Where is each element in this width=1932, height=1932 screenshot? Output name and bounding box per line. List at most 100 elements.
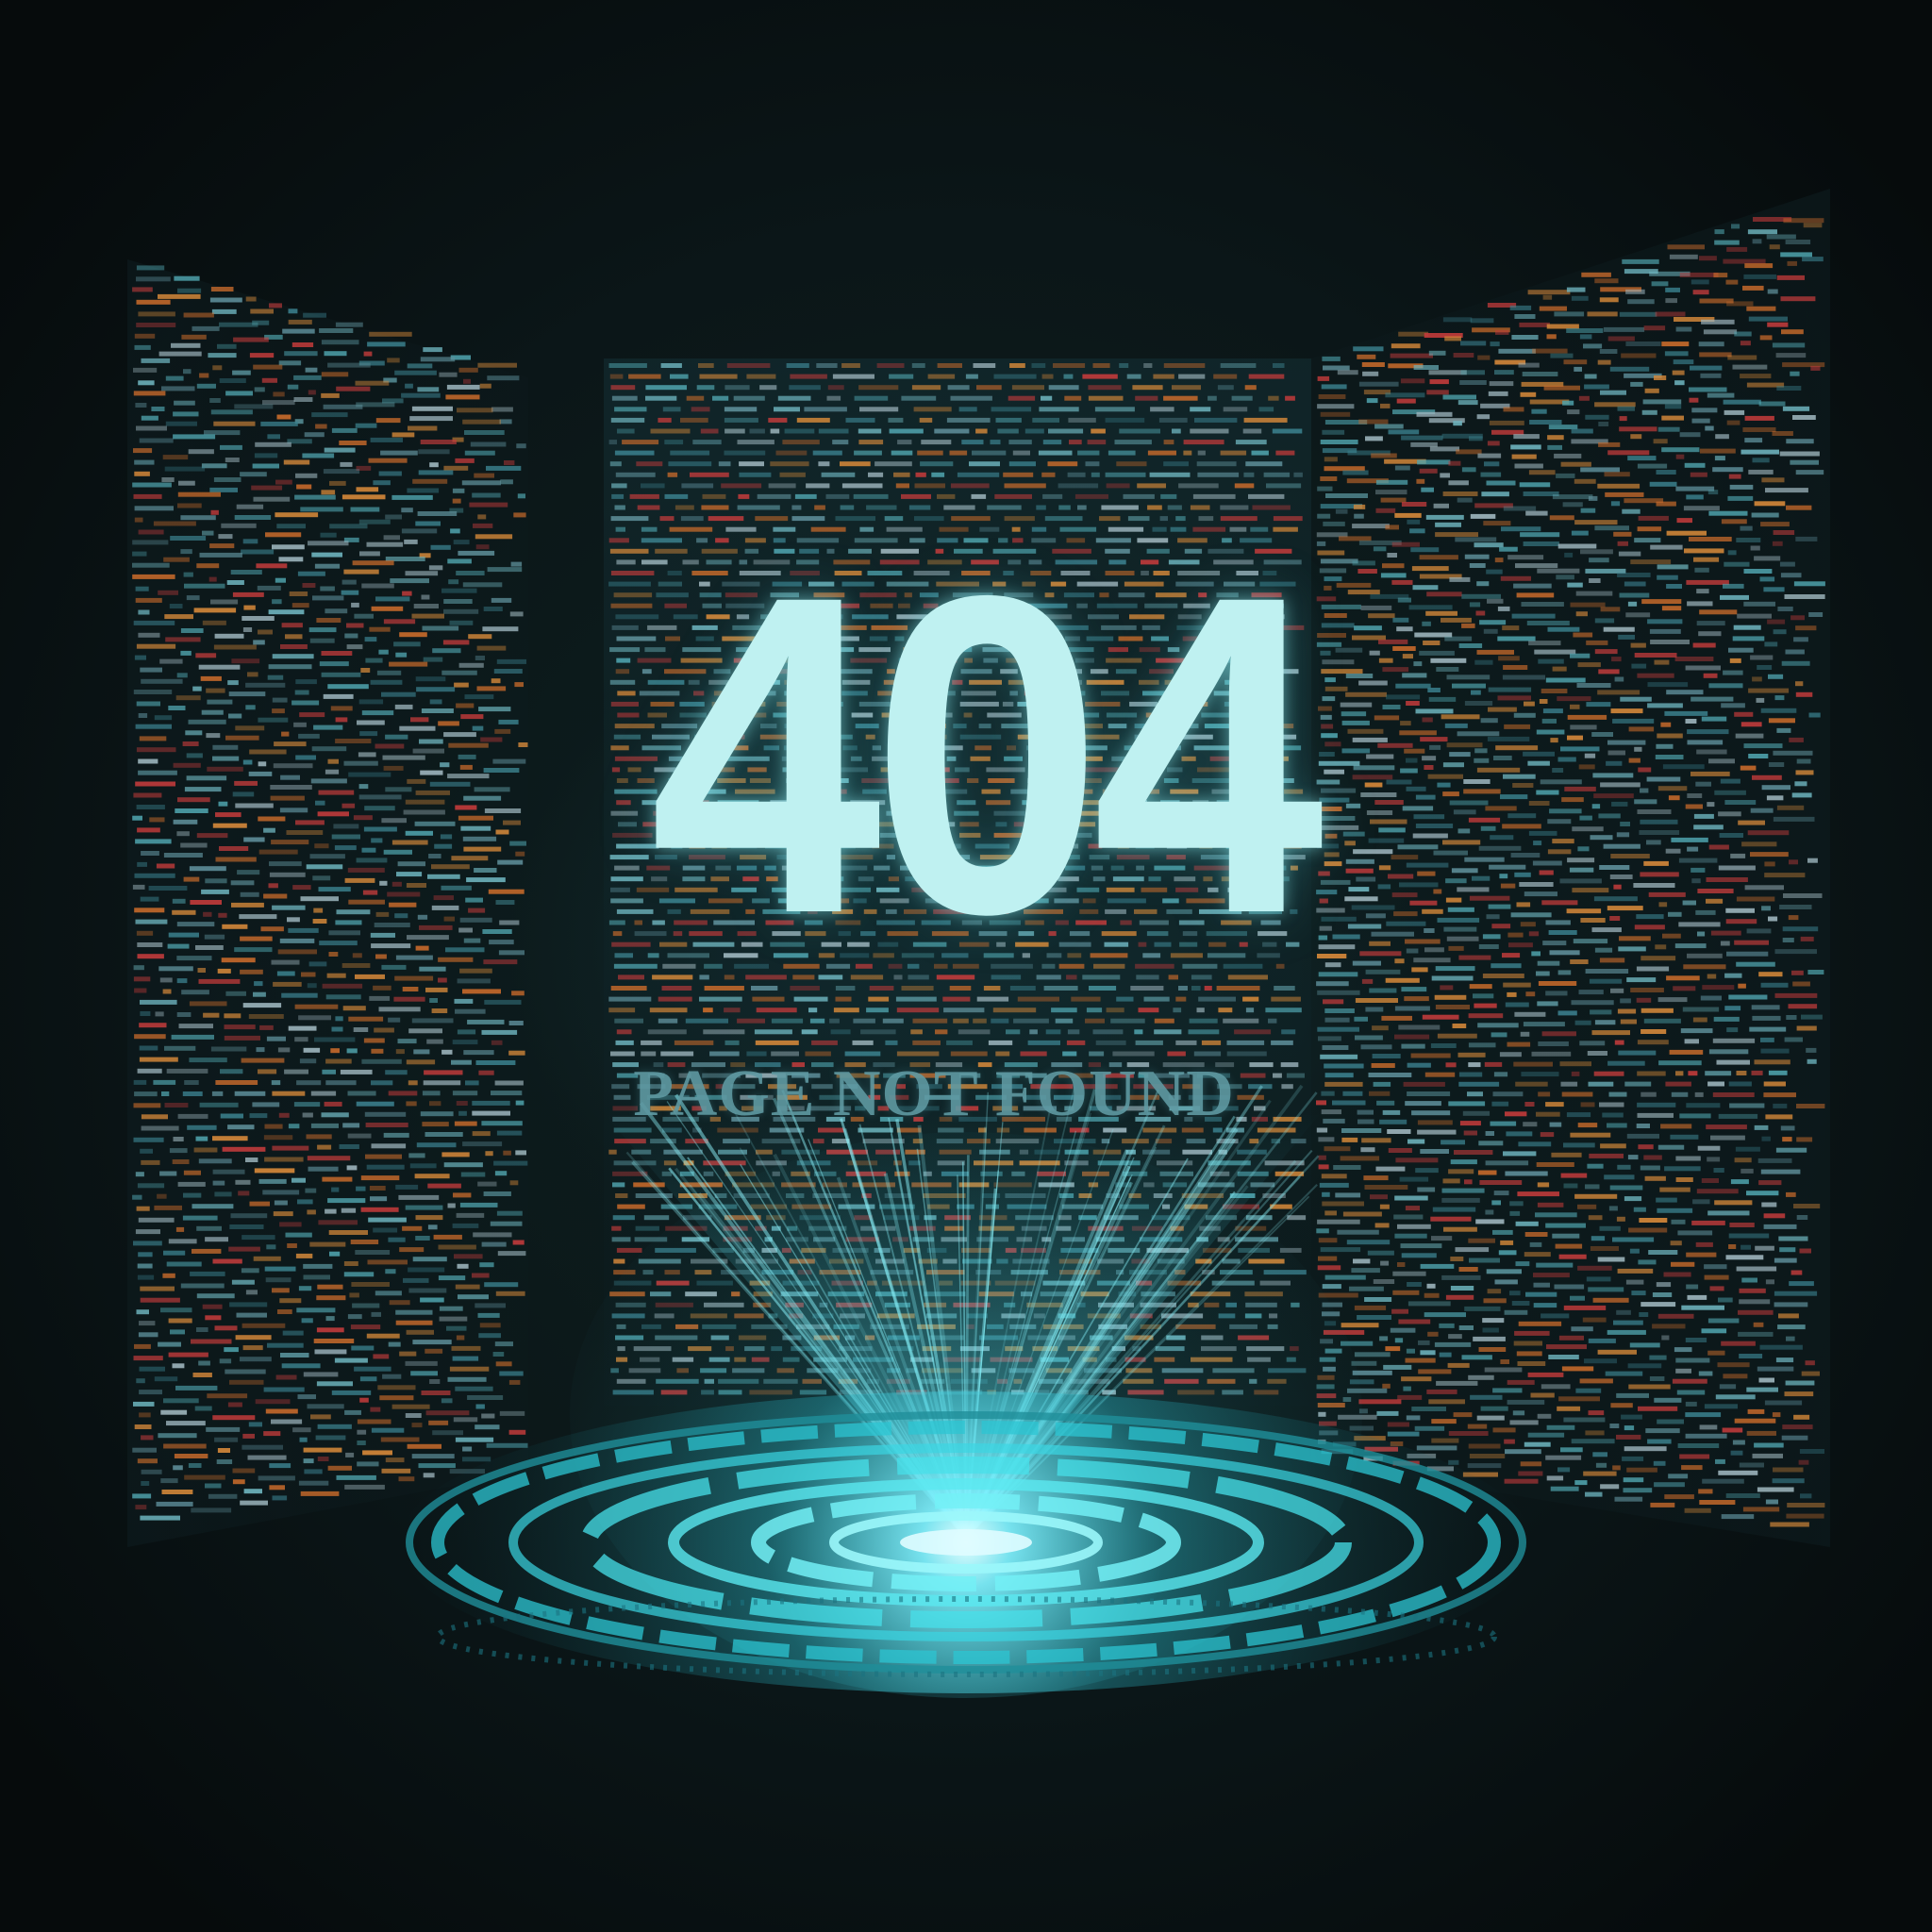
code-glyph (457, 978, 491, 984)
code-glyph (1172, 385, 1201, 391)
code-glyph (441, 1152, 470, 1158)
code-glyph (203, 1012, 220, 1018)
code-glyph (1620, 998, 1631, 1004)
code-glyph (1802, 257, 1824, 262)
code-glyph (1245, 461, 1283, 467)
code-glyph (211, 1091, 224, 1096)
code-glyph (184, 1080, 199, 1085)
code-glyph (175, 1385, 218, 1391)
code-glyph (1237, 1171, 1269, 1176)
code-glyph (1321, 604, 1361, 609)
code-glyph (1318, 935, 1328, 941)
code-glyph (1705, 425, 1714, 431)
code-glyph (138, 1332, 158, 1338)
code-glyph (269, 861, 302, 867)
code-glyph (222, 924, 248, 929)
code-glyph (875, 1291, 908, 1297)
code-glyph (1657, 564, 1689, 570)
code-glyph (1718, 811, 1741, 817)
code-glyph (1355, 998, 1398, 1003)
code-glyph (160, 1478, 178, 1484)
code-glyph (1545, 1223, 1586, 1228)
code-glyph (1810, 365, 1821, 371)
code-glyph (1774, 1257, 1797, 1263)
code-glyph (886, 1378, 910, 1384)
code-glyph (1746, 1387, 1778, 1392)
code-glyph (1699, 609, 1738, 615)
code-glyph (391, 1404, 430, 1409)
code-glyph (136, 701, 160, 707)
code-glyph (1779, 905, 1812, 909)
code-glyph (1541, 1031, 1576, 1037)
code-glyph (141, 1435, 154, 1441)
code-glyph (1324, 1063, 1364, 1069)
code-glyph (1342, 1211, 1382, 1217)
code-glyph (1694, 567, 1709, 573)
code-glyph (1412, 585, 1439, 591)
code-glyph (829, 1018, 840, 1024)
code-glyph (317, 1144, 332, 1150)
code-glyph (1279, 1247, 1302, 1253)
code-glyph (1799, 1449, 1824, 1454)
code-glyph (1687, 1294, 1707, 1300)
code-glyph (732, 1368, 765, 1374)
code-glyph (1507, 1379, 1535, 1385)
code-glyph (1069, 440, 1082, 445)
code-glyph (343, 1272, 375, 1277)
code-glyph (1462, 1472, 1498, 1477)
code-glyph (476, 686, 507, 691)
code-glyph (371, 838, 383, 843)
code-glyph (369, 331, 412, 337)
code-glyph (1515, 563, 1558, 569)
code-glyph (458, 754, 476, 759)
code-glyph (763, 1378, 798, 1384)
code-glyph (785, 1302, 804, 1307)
code-glyph (1321, 724, 1334, 729)
code-glyph (1365, 436, 1383, 441)
code-glyph (1622, 508, 1641, 514)
code-glyph (187, 1124, 217, 1130)
code-glyph (1074, 493, 1108, 499)
code-glyph (1382, 1109, 1401, 1115)
code-glyph (138, 1217, 175, 1223)
code-glyph (354, 1366, 391, 1372)
code-glyph (1440, 473, 1450, 478)
code-glyph (272, 1495, 288, 1501)
code-glyph (1274, 1171, 1305, 1176)
code-glyph (813, 1171, 837, 1176)
code-glyph (491, 1091, 523, 1096)
code-glyph (1470, 318, 1494, 324)
code-glyph (1729, 484, 1754, 490)
code-glyph (311, 412, 348, 418)
code-glyph (164, 1103, 189, 1108)
code-glyph (1789, 859, 1798, 865)
code-glyph (1370, 1194, 1388, 1200)
code-glyph (1525, 510, 1548, 516)
code-glyph (1271, 1040, 1293, 1045)
code-glyph (198, 664, 241, 670)
code-glyph (615, 1335, 644, 1341)
code-glyph (845, 1237, 879, 1242)
code-glyph (1009, 363, 1025, 368)
code-glyph (1406, 862, 1449, 868)
code-glyph (1342, 1397, 1352, 1402)
code-glyph (1153, 1193, 1173, 1198)
code-glyph (220, 1113, 243, 1119)
code-glyph (1497, 636, 1536, 641)
code-glyph (1807, 970, 1824, 974)
code-glyph (182, 741, 199, 746)
code-glyph (1542, 294, 1553, 300)
code-glyph (1006, 1029, 1021, 1035)
code-glyph (1088, 1225, 1124, 1231)
code-glyph (460, 714, 484, 720)
code-glyph (1449, 752, 1471, 758)
code-glyph (1324, 1274, 1366, 1280)
code-glyph (1406, 1348, 1415, 1354)
code-glyph (1800, 936, 1814, 941)
code-glyph (273, 391, 285, 397)
code-glyph (1612, 1237, 1655, 1242)
code-glyph (509, 1180, 519, 1186)
code-glyph (271, 1080, 281, 1086)
code-glyph (1434, 1341, 1472, 1347)
code-glyph (1561, 1091, 1593, 1097)
